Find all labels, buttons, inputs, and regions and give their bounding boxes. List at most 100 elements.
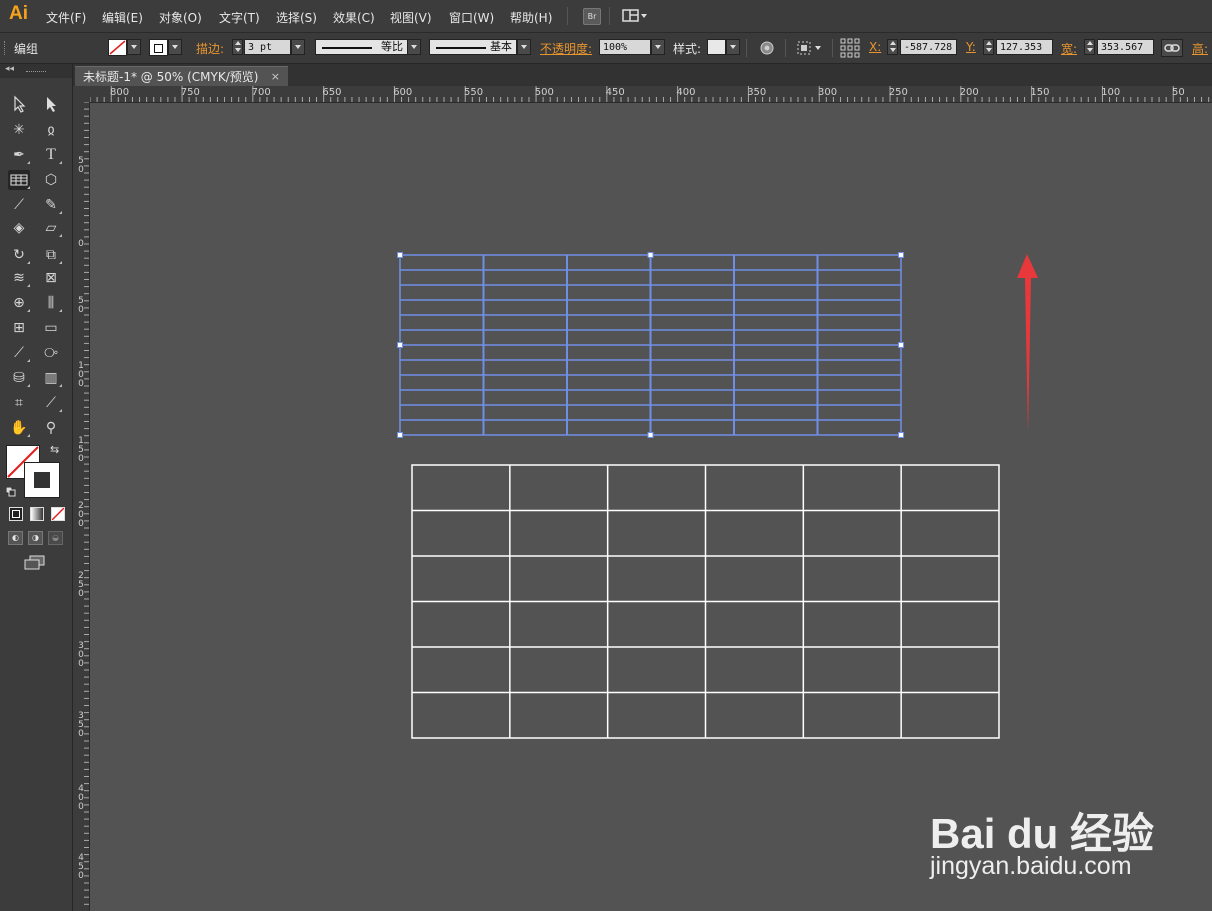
slice-tool[interactable]: ⟋	[40, 393, 62, 413]
ruler-label-300: 300	[78, 641, 84, 669]
recolor-artwork-button[interactable]	[758, 39, 776, 57]
swap-fill-stroke-icon[interactable]: ⇆	[50, 443, 59, 456]
draw-normal-icon: ◐	[12, 533, 19, 542]
collapse-panel-icon[interactable]: ◂◂	[5, 64, 14, 74]
scale-tool[interactable]: ⧉	[40, 245, 62, 265]
stroke-weight-dropdown[interactable]	[291, 39, 305, 55]
draw-normal-button[interactable]: ◐	[8, 531, 23, 545]
screen-mode-button[interactable]	[24, 555, 46, 571]
draw-inside-button[interactable]: ◒	[48, 531, 63, 545]
y-label[interactable]: Y:	[966, 40, 976, 54]
x-label[interactable]: X:	[869, 40, 881, 54]
menu-edit[interactable]: 编辑(E)	[102, 9, 143, 26]
vertical-ruler[interactable]: 50 0 50 100 150 200 250 300 350 400 450	[73, 102, 90, 911]
hand-tool[interactable]: ✋	[8, 418, 30, 438]
ruler-label-550: 550	[464, 87, 484, 98]
magic-wand-tool[interactable]: ✳	[8, 120, 30, 140]
width-spinner[interactable]	[1084, 39, 1095, 55]
draw-behind-button[interactable]: ◑	[28, 531, 43, 545]
blob-brush-tool[interactable]: ◈	[8, 218, 30, 238]
none-mode-button[interactable]	[51, 507, 65, 521]
constrain-proportions-button[interactable]	[1161, 39, 1183, 57]
opacity-label[interactable]: 不透明度:	[540, 40, 592, 57]
eyedropper-tool[interactable]: ⟋	[8, 343, 30, 363]
menu-help[interactable]: 帮助(H)	[510, 9, 552, 26]
stroke-color-dropdown[interactable]	[168, 39, 182, 55]
brush-definition[interactable]: 基本	[429, 39, 517, 55]
opacity-field[interactable]: 100%	[599, 39, 651, 55]
menu-type[interactable]: 文字(T)	[219, 9, 260, 26]
y-field[interactable]: 127.353	[996, 39, 1053, 55]
free-transform-tool[interactable]: ⊠	[40, 268, 62, 288]
free-transform-icon: ⊠	[45, 270, 57, 286]
horizontal-ruler[interactable]: 800 750 700 650 600 550 500 450 400 350 300 250 200 1…	[90, 86, 1212, 103]
symbol-sprayer-tool[interactable]: ⛁	[8, 368, 30, 388]
x-field[interactable]: -587.728	[900, 39, 957, 55]
graphic-style-swatch[interactable]	[707, 39, 726, 55]
tools-panel-header[interactable]: ◂◂	[0, 64, 72, 78]
stroke-weight-spinner[interactable]	[232, 39, 243, 55]
fill-dropdown[interactable]	[127, 39, 141, 55]
rotate-tool[interactable]: ↻	[8, 245, 30, 265]
perspective-grid-tool[interactable]: ⫼	[40, 293, 62, 313]
gradient-mode-button[interactable]	[30, 507, 44, 521]
width-tool[interactable]: ≋	[8, 268, 30, 288]
ruler-label-50: 50	[78, 156, 84, 175]
graphic-style-dropdown[interactable]	[726, 39, 740, 55]
shape-builder-tool[interactable]: ⊕	[8, 293, 30, 313]
ruler-label-400: 400	[78, 784, 84, 812]
reference-point-button[interactable]	[840, 38, 860, 58]
menu-object[interactable]: 对象(O)	[159, 9, 202, 26]
type-tool[interactable]: T	[40, 145, 62, 165]
artboard-tool[interactable]: ⌗	[8, 393, 30, 413]
mesh-tool[interactable]: ⊞	[8, 318, 30, 338]
selection-tool[interactable]	[8, 94, 30, 114]
fill-none-swatch[interactable]	[108, 39, 127, 56]
menu-view[interactable]: 视图(V)	[390, 9, 432, 26]
default-fill-stroke-icon[interactable]	[5, 486, 16, 497]
brush-line-icon	[436, 47, 486, 49]
pencil-tool[interactable]: ✎	[40, 195, 62, 215]
bridge-button[interactable]: Br	[583, 8, 601, 25]
lasso-tool[interactable]: ჲ	[40, 120, 62, 140]
paintbrush-tool[interactable]: ⟋	[8, 195, 30, 215]
document-tab[interactable]: 未标题-1* @ 50% (CMYK/预览) ×	[75, 66, 288, 86]
align-selection-button[interactable]	[797, 40, 825, 56]
direct-selection-tool[interactable]	[40, 94, 62, 114]
close-tab-icon[interactable]: ×	[271, 67, 280, 87]
width-label[interactable]: 宽:	[1061, 40, 1077, 57]
height-label[interactable]: 高:	[1192, 40, 1208, 57]
menu-window[interactable]: 窗口(W)	[449, 9, 494, 26]
pen-tool[interactable]: ✒	[8, 145, 30, 165]
canvas[interactable]	[90, 103, 1212, 911]
panel-grip[interactable]	[26, 71, 46, 74]
column-graph-tool[interactable]: ▥	[40, 368, 62, 388]
brush-dropdown[interactable]	[517, 39, 531, 55]
blend-tool[interactable]: ⧂	[40, 343, 62, 363]
menu-effect[interactable]: 效果(C)	[333, 9, 375, 26]
menu-file[interactable]: 文件(F)	[46, 9, 86, 26]
scale-icon: ⧉	[46, 247, 56, 263]
ruler-origin[interactable]	[73, 86, 90, 102]
variable-width-profile[interactable]: 等比	[315, 39, 408, 55]
color-mode-button[interactable]	[9, 507, 23, 521]
stroke-weight-field[interactable]: 3 pt	[244, 39, 291, 55]
stroke-indicator[interactable]	[24, 462, 60, 498]
control-bar-grip[interactable]	[4, 41, 9, 55]
x-spinner[interactable]	[887, 39, 898, 55]
table-grid-tool[interactable]	[8, 170, 30, 190]
lasso-icon: ჲ	[47, 122, 55, 138]
profile-dropdown[interactable]	[407, 39, 421, 55]
polygon-tool[interactable]: ⬡	[40, 170, 62, 190]
y-spinner[interactable]	[983, 39, 994, 55]
eraser-tool[interactable]: ▱	[40, 218, 62, 238]
menu-select[interactable]: 选择(S)	[276, 9, 317, 26]
opacity-dropdown[interactable]	[651, 39, 665, 55]
zoom-tool[interactable]: ⚲	[40, 418, 62, 438]
ruler-label-200: 200	[959, 87, 979, 98]
width-field[interactable]: 353.567	[1097, 39, 1154, 55]
stroke-label[interactable]: 描边:	[196, 40, 224, 57]
arrange-documents-button[interactable]	[622, 8, 648, 24]
stroke-swatch[interactable]	[149, 39, 168, 56]
gradient-tool[interactable]: ▭	[40, 318, 62, 338]
